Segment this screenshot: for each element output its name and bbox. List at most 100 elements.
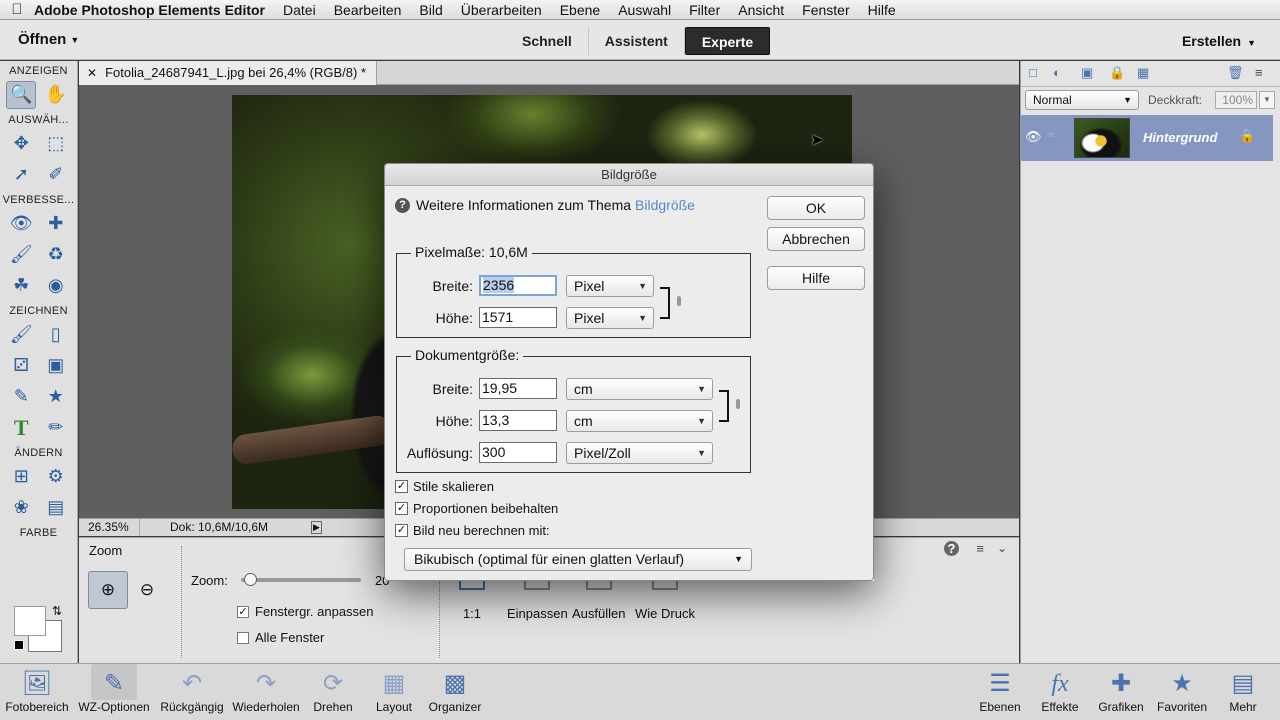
help-icon[interactable]: ? bbox=[944, 541, 959, 556]
zoom-tool-icon[interactable]: 🔍 bbox=[6, 80, 37, 109]
crop-tool-icon[interactable]: ⊞ bbox=[6, 463, 36, 491]
menu-ueberarbeiten[interactable]: Überarbeiten bbox=[461, 2, 542, 18]
dialog-title[interactable]: Bildgröße bbox=[385, 164, 873, 186]
chevron-down-icon[interactable]: ⌄ bbox=[997, 541, 1007, 555]
panel-menu-icon[interactable]: ≡ bbox=[976, 541, 984, 556]
lock-transparent-icon[interactable]: ▦ bbox=[1137, 65, 1149, 81]
blur-tool-icon[interactable]: ☘ bbox=[6, 272, 36, 300]
menu-filter[interactable]: Filter bbox=[689, 2, 720, 18]
info-link[interactable]: Bildgröße bbox=[635, 197, 695, 213]
more-button[interactable]: ▤ Mehr bbox=[1220, 664, 1266, 720]
create-button[interactable]: Erstellen ▼ bbox=[1182, 33, 1256, 49]
blend-mode-select[interactable]: Normal ▼ bbox=[1025, 90, 1139, 110]
ok-button[interactable]: OK bbox=[767, 196, 865, 220]
app-name[interactable]: Adobe Photoshop Elements Editor bbox=[34, 2, 265, 18]
link-icon[interactable]: ∞ bbox=[1047, 129, 1055, 141]
swap-colors-icon[interactable]: ⇅ bbox=[52, 604, 62, 618]
content-aware-move-tool-icon[interactable]: ❀ bbox=[6, 494, 36, 522]
status-menu-arrow-icon[interactable]: ▶ bbox=[311, 521, 322, 534]
tab-assistent[interactable]: Assistent bbox=[589, 27, 685, 55]
layer-row[interactable]: 👁 ∞ Hintergrund 🔒 bbox=[1021, 115, 1273, 161]
graphics-button[interactable]: ✚ Grafiken bbox=[1094, 664, 1148, 720]
gradient-tool-icon[interactable]: ▣ bbox=[41, 352, 71, 380]
doc-height-input[interactable]: 13,3 bbox=[479, 410, 557, 431]
opacity-input[interactable]: 100% bbox=[1215, 91, 1257, 109]
tool-options-button[interactable]: ✎ WZ-Optionen bbox=[74, 664, 154, 720]
scale-styles-checkbox[interactable]: ✓ Stile skalieren bbox=[395, 479, 494, 494]
doc-height-unit-select[interactable]: cm ▼ bbox=[566, 410, 713, 432]
custom-shape-tool-icon[interactable]: ★ bbox=[41, 383, 71, 411]
menu-auswahl[interactable]: Auswahl bbox=[618, 2, 671, 18]
favorites-button[interactable]: ★ Favoriten bbox=[1152, 664, 1212, 720]
doc-width-input[interactable]: 19,95 bbox=[479, 378, 557, 399]
resolution-input[interactable]: 300 bbox=[479, 442, 557, 463]
eye-icon[interactable]: 👁 bbox=[1025, 129, 1042, 145]
pixel-width-input[interactable]: 2356 bbox=[479, 275, 557, 296]
cancel-button[interactable]: Abbrechen bbox=[767, 227, 865, 251]
all-windows-checkbox[interactable]: Alle Fenster bbox=[237, 630, 324, 645]
view-print-button[interactable]: Wie Druck bbox=[635, 574, 695, 621]
eyedropper-tool-icon[interactable]: ✎ bbox=[6, 383, 36, 411]
paint-bucket-tool-icon[interactable]: ⚂ bbox=[6, 352, 36, 380]
view-fill-button[interactable]: Ausfüllen bbox=[572, 574, 625, 621]
menu-fenster[interactable]: Fenster bbox=[802, 2, 849, 18]
menu-ebene[interactable]: Ebene bbox=[560, 2, 600, 18]
lasso-tool-icon[interactable]: ➚ bbox=[6, 161, 36, 189]
zoom-slider[interactable] bbox=[241, 573, 361, 586]
document-tab[interactable]: ✕ Fotolia_24687941_L.jpg bei 26,4% (RGB/8… bbox=[79, 61, 377, 85]
pixel-height-unit-select[interactable]: Pixel ▼ bbox=[566, 307, 654, 329]
menu-bild[interactable]: Bild bbox=[419, 2, 442, 18]
apple-icon[interactable]:  bbox=[0, 1, 34, 18]
open-button[interactable]: Öffnen ▼ bbox=[18, 31, 79, 48]
new-adjustment-layer-icon[interactable]: ◐ bbox=[1053, 65, 1061, 80]
pixel-width-unit-select[interactable]: Pixel ▼ bbox=[566, 275, 654, 297]
resample-checkbox[interactable]: ✓ Bild neu berechnen mit: bbox=[395, 523, 550, 538]
brush-tool-icon[interactable]: 🖌 bbox=[6, 321, 36, 349]
resolution-unit-select[interactable]: Pixel/Zoll ▼ bbox=[566, 442, 713, 464]
layout-button[interactable]: ▦ Layout bbox=[368, 664, 420, 720]
eraser-tool-icon[interactable]: ▯ bbox=[41, 321, 71, 349]
default-colors-icon[interactable] bbox=[14, 640, 24, 650]
straighten-tool-icon[interactable]: ▤ bbox=[41, 494, 71, 522]
zoom-out-button[interactable]: ⊖ bbox=[132, 576, 162, 604]
smart-brush-tool-icon[interactable]: 🖌 bbox=[6, 241, 36, 269]
rotate-button[interactable]: ⟳ Drehen bbox=[306, 664, 360, 720]
resample-method-select[interactable]: Bikubisch (optimal für einen glatten Ver… bbox=[404, 548, 752, 571]
zoom-in-button[interactable]: ⊕ bbox=[88, 571, 128, 609]
menu-ansicht[interactable]: Ansicht bbox=[738, 2, 784, 18]
zoom-slider-knob[interactable] bbox=[244, 573, 258, 586]
undo-button[interactable]: ↶ Rückgängig bbox=[156, 664, 228, 720]
constrain-proportions-checkbox[interactable]: ✓ Proportionen beibehalten bbox=[395, 501, 558, 516]
redo-button[interactable]: ↷ Wiederholen bbox=[229, 664, 303, 720]
trash-icon[interactable]: 🗑 bbox=[1227, 65, 1244, 81]
fit-window-checkbox[interactable]: ✓ Fenstergr. anpassen bbox=[237, 604, 374, 619]
marquee-tool-icon[interactable]: ⬚ bbox=[41, 130, 71, 158]
doc-width-unit-select[interactable]: cm ▼ bbox=[566, 378, 713, 400]
pencil-tool-icon[interactable]: ✏ bbox=[41, 414, 71, 442]
organizer-button[interactable]: ▩ Organizer bbox=[424, 664, 486, 720]
effects-button[interactable]: fx Effekte bbox=[1034, 664, 1086, 720]
tab-schnell[interactable]: Schnell bbox=[506, 27, 589, 55]
menu-bearbeiten[interactable]: Bearbeiten bbox=[334, 2, 402, 18]
close-icon[interactable]: ✕ bbox=[87, 66, 97, 80]
hand-tool-icon[interactable]: ✋ bbox=[41, 81, 71, 109]
tab-experte[interactable]: Experte bbox=[684, 27, 771, 55]
move-tool-icon[interactable]: ✥ bbox=[6, 130, 36, 158]
add-layer-mask-icon[interactable]: ▣ bbox=[1081, 65, 1093, 81]
photo-bin-button[interactable]: 🖼 Fotobereich bbox=[4, 664, 70, 720]
sponge-tool-icon[interactable]: ◉ bbox=[41, 272, 71, 300]
lock-all-icon[interactable]: 🔒 bbox=[1109, 65, 1125, 81]
menu-datei[interactable]: Datei bbox=[283, 2, 316, 18]
pixel-height-input[interactable]: 1571 bbox=[479, 307, 557, 328]
chevron-down-icon[interactable]: ▼ bbox=[1259, 91, 1275, 109]
quick-selection-tool-icon[interactable]: ✐ bbox=[41, 161, 71, 189]
new-layer-icon[interactable]: □ bbox=[1029, 65, 1037, 80]
recompose-tool-icon[interactable]: ⚙ bbox=[41, 463, 71, 491]
zoom-readout[interactable]: 26.35% bbox=[88, 519, 129, 536]
type-tool-icon[interactable]: T bbox=[6, 414, 36, 442]
clone-stamp-tool-icon[interactable]: ♻ bbox=[41, 241, 71, 269]
view-1to1-button[interactable]: 1:1 bbox=[459, 574, 485, 621]
panel-menu-icon[interactable]: ≡ bbox=[1255, 65, 1263, 80]
view-fit-button[interactable]: Einpassen bbox=[507, 574, 568, 621]
menu-hilfe[interactable]: Hilfe bbox=[868, 2, 896, 18]
